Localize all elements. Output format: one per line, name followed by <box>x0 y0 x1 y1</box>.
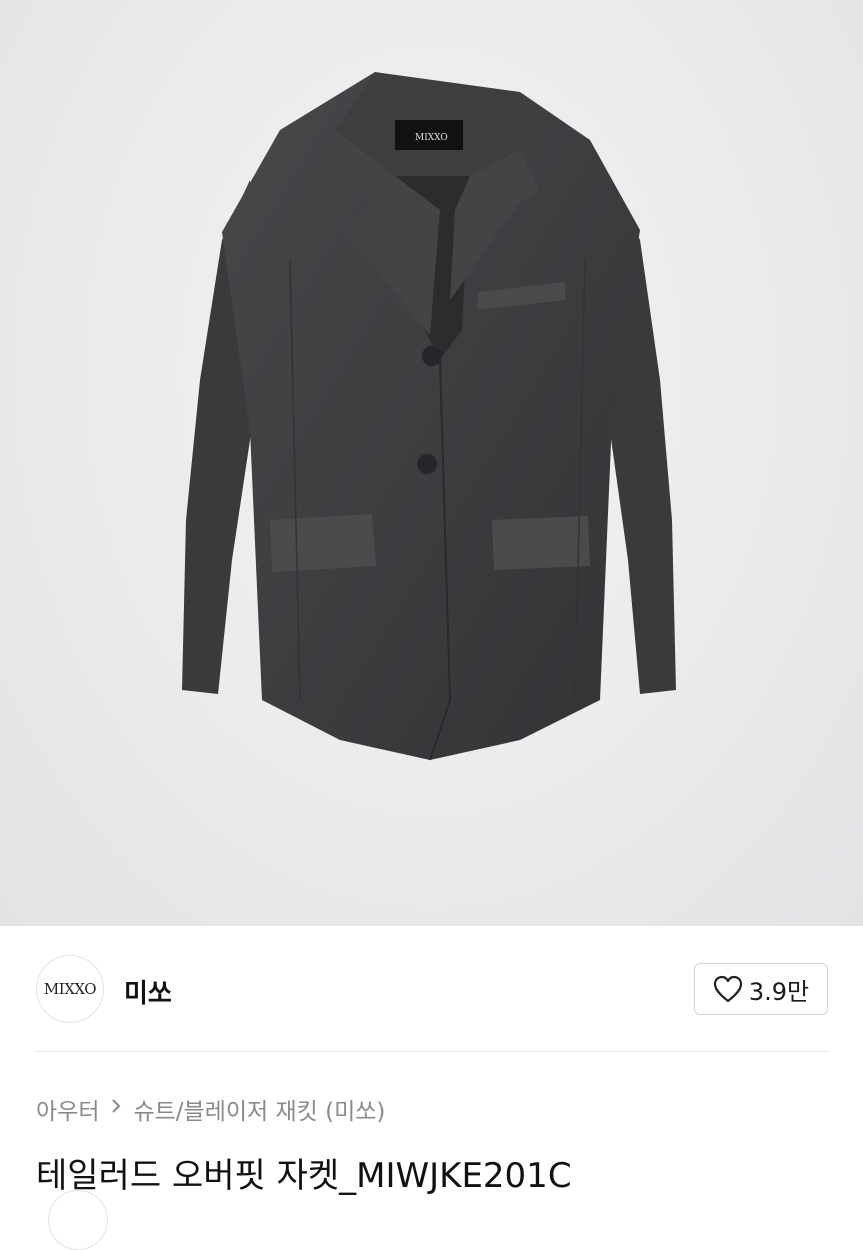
breadcrumb-subcategory[interactable]: 슈트/블레이저 재킷 (미쏘) <box>133 1092 385 1126</box>
jacket-illustration: MIXXO <box>182 72 676 761</box>
breadcrumb: 아우터 슈트/블레이저 재킷 (미쏘) <box>36 1092 385 1126</box>
brand-name[interactable]: 미쏘 <box>124 973 172 1010</box>
brand-row[interactable]: MIXXO 미쏘 3.9만 <box>36 955 828 1023</box>
like-button[interactable]: 3.9만 <box>694 963 828 1015</box>
heart-outline-icon <box>713 975 743 1003</box>
divider <box>36 1051 828 1052</box>
like-count: 3.9만 <box>748 977 810 1006</box>
breadcrumb-category[interactable]: 아우터 <box>36 1092 99 1126</box>
chevron-right-icon <box>109 1096 123 1122</box>
brand-logo[interactable]: MIXXO <box>36 955 104 1023</box>
svg-text:MIXXO: MIXXO <box>415 133 448 143</box>
product-title: 테일러드 오버핏 자켓_MIWJKE201C <box>36 1156 572 1196</box>
avatar[interactable] <box>48 1190 108 1250</box>
product-image[interactable]: MIXXO <box>0 0 863 926</box>
